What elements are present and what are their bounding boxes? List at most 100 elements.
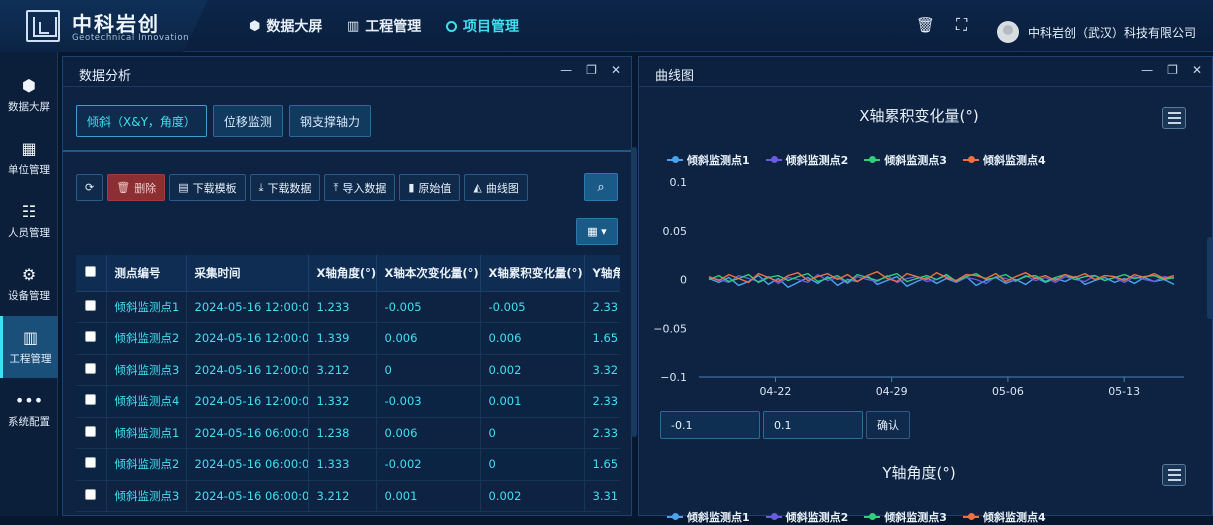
tab-steel-support[interactable]: 钢支撑轴力 <box>288 105 371 137</box>
search-button[interactable]: ⌕ <box>584 173 618 201</box>
download-template-label: 下载模板 <box>192 181 237 195</box>
more-icon: ••• <box>14 391 44 410</box>
download-data-button[interactable]: ⤓ 下载数据 <box>249 174 321 201</box>
chart-legend: 倾斜监测点1 倾斜监测点2 倾斜监测点3 倾斜监测点4 <box>667 509 1046 525</box>
cell-y-angle: 3.32 <box>584 354 620 386</box>
row-checkbox[interactable] <box>76 417 107 449</box>
cell-collect-time: 2024-05-16 12:00:01 <box>186 322 309 355</box>
curve-button[interactable]: ◭ 曲线图 <box>464 174 528 201</box>
cell-y-angle: 2.33 <box>584 385 620 418</box>
sidebar-item-device[interactable]: ⚙ 设备管理 <box>0 253 58 315</box>
sidebar-item-label: 系统配置 <box>8 416 50 428</box>
sidebar-item-personnel[interactable]: ☷ 人员管理 <box>0 190 58 252</box>
row-checkbox[interactable] <box>76 291 107 323</box>
trash-icon[interactable]: 🗑 <box>916 16 935 34</box>
range-min-input[interactable]: -0.1 <box>660 411 760 439</box>
raw-value-button[interactable]: ▮ 原始值 <box>399 174 461 201</box>
chart-legend: 倾斜监测点1 倾斜监测点2 倾斜监测点3 倾斜监测点4 <box>667 152 1046 168</box>
scrollbar[interactable] <box>1207 237 1213 319</box>
file-icon: ▤ <box>178 181 189 194</box>
row-checkbox[interactable] <box>76 322 107 355</box>
restore-icon[interactable]: ❐ <box>586 63 597 77</box>
table-row[interactable]: 倾斜监测点1 2024-05-16 06:00:01 1.238 0.006 0 2.33 <box>76 417 620 449</box>
scrollbar[interactable] <box>631 147 637 437</box>
restore-icon[interactable]: ❐ <box>1167 63 1178 77</box>
col-point-id[interactable]: 测点编号 <box>106 255 187 292</box>
cell-point-id[interactable]: 倾斜监测点2 <box>106 322 187 355</box>
table-row[interactable]: 倾斜监测点2 2024-05-16 06:00:01 1.333 -0.002 0 1.6… <box>76 448 620 481</box>
col-collect-time[interactable]: 采集时间 <box>186 255 309 292</box>
cell-point-id[interactable]: 倾斜监测点3 <box>106 480 187 512</box>
topnav-project-management[interactable]: 项目管理 <box>446 0 519 52</box>
delete-button[interactable]: 🗑 删除 <box>107 174 166 201</box>
sidebar-item-system[interactable]: ••• 系统配置 <box>0 379 58 441</box>
sidebar-item-label: 数据大屏 <box>8 101 50 113</box>
legend-item[interactable]: 倾斜监测点4 <box>962 152 1046 168</box>
close-icon[interactable]: ✕ <box>1192 63 1202 77</box>
cell-point-id[interactable]: 倾斜监测点1 <box>106 417 187 449</box>
bar-chart-icon: ▮ <box>408 181 415 194</box>
download-data-label: 下载数据 <box>267 181 312 195</box>
tab-displacement[interactable]: 位移监测 <box>212 105 283 137</box>
legend-item[interactable]: 倾斜监测点1 <box>667 152 750 168</box>
cell-x-change: -0.002 <box>376 448 481 481</box>
topnav-project-engineering[interactable]: ▥ 工程管理 <box>347 0 421 52</box>
row-checkbox[interactable] <box>76 448 107 481</box>
row-checkbox[interactable] <box>76 385 107 418</box>
legend-item[interactable]: 倾斜监测点1 <box>667 509 750 525</box>
topnav-data-screen[interactable]: ⬢ 数据大屏 <box>249 0 322 52</box>
confirm-button[interactable]: 确认 <box>866 411 910 439</box>
select-all-checkbox[interactable] <box>76 255 107 292</box>
brand-logo[interactable]: 中科岩创 Geotechnical Innovation <box>0 0 208 52</box>
sidebar: ⬢ 数据大屏 ▦ 单位管理 ☷ 人员管理 ⚙ 设备管理 ▥ 工程管理 ••• 系… <box>0 52 58 516</box>
avatar[interactable] <box>997 21 1019 43</box>
row-checkbox[interactable] <box>76 480 107 512</box>
chart-menu-button[interactable] <box>1162 107 1186 129</box>
cell-point-id[interactable]: 倾斜监测点2 <box>106 448 187 481</box>
chart-menu-button[interactable] <box>1162 464 1186 486</box>
chart-title: X轴累积变化量(°) <box>859 107 979 125</box>
cell-point-id[interactable]: 倾斜监测点4 <box>106 385 187 418</box>
x-tick-label: 04-29 <box>876 385 908 398</box>
cell-x-angle: 1.233 <box>308 291 377 323</box>
sidebar-item-unit[interactable]: ▦ 单位管理 <box>0 127 58 189</box>
legend-item[interactable]: 倾斜监测点4 <box>962 509 1046 525</box>
legend-item[interactable]: 倾斜监测点3 <box>864 152 947 168</box>
y-tick-label: 0.1 <box>670 176 688 189</box>
area-chart-icon: ◭ <box>473 181 482 194</box>
import-data-button[interactable]: ⤒ 导入数据 <box>324 174 396 201</box>
minimize-icon[interactable]: — <box>560 63 572 77</box>
close-icon[interactable]: ✕ <box>611 63 621 77</box>
brand-subtitle: Geotechnical Innovation <box>72 33 190 43</box>
col-x-angle[interactable]: X轴角度(°) <box>308 255 377 292</box>
table-row[interactable]: 倾斜监测点1 2024-05-16 12:00:01 1.233 -0.005 -0.0… <box>76 291 620 323</box>
legend-item[interactable]: 倾斜监测点3 <box>864 509 947 525</box>
minimize-icon[interactable]: — <box>1141 63 1153 77</box>
col-y-angle[interactable]: Y轴角 <box>584 255 620 292</box>
legend-label: 倾斜监测点1 <box>687 511 750 524</box>
row-checkbox[interactable] <box>76 354 107 386</box>
cube-icon: ⬢ <box>249 18 261 34</box>
table-row[interactable]: 倾斜监测点2 2024-05-16 12:00:01 1.339 0.006 0.006… <box>76 322 620 355</box>
legend-item[interactable]: 倾斜监测点2 <box>765 509 848 525</box>
sidebar-item-engineering[interactable]: ▥ 工程管理 <box>0 316 58 378</box>
table-row[interactable]: 倾斜监测点3 2024-05-16 06:00:01 3.212 0.001 0.002… <box>76 480 620 512</box>
table-row[interactable]: 倾斜监测点4 2024-05-16 12:00:01 1.332 -0.003 0.00… <box>76 385 620 418</box>
refresh-icon: ⟳ <box>85 181 95 194</box>
range-max-input[interactable]: 0.1 <box>763 411 863 439</box>
cell-x-angle: 3.212 <box>308 354 377 386</box>
columns-button[interactable]: ▦ ▾ <box>576 218 618 245</box>
col-x-change[interactable]: X轴本次变化量(°) <box>376 255 481 292</box>
table-row[interactable]: 倾斜监测点3 2024-05-16 12:00:01 3.212 0 0.002 3.32 <box>76 354 620 386</box>
tab-inclination[interactable]: 倾斜（X&Y，角度） <box>76 105 207 137</box>
cell-point-id[interactable]: 倾斜监测点3 <box>106 354 187 386</box>
company-name[interactable]: 中科岩创（武汉）科技有限公司 <box>1028 24 1196 41</box>
sidebar-item-data-screen[interactable]: ⬢ 数据大屏 <box>0 64 58 126</box>
cell-x-change: 0.001 <box>376 480 481 512</box>
cell-point-id[interactable]: 倾斜监测点1 <box>106 291 187 323</box>
fullscreen-icon[interactable]: ⛶ <box>956 15 967 35</box>
legend-item[interactable]: 倾斜监测点2 <box>765 152 848 168</box>
refresh-button[interactable]: ⟳ <box>76 174 104 201</box>
download-template-button[interactable]: ▤ 下载模板 <box>169 174 246 201</box>
col-x-cumulative[interactable]: X轴累积变化量(°) <box>480 255 585 292</box>
